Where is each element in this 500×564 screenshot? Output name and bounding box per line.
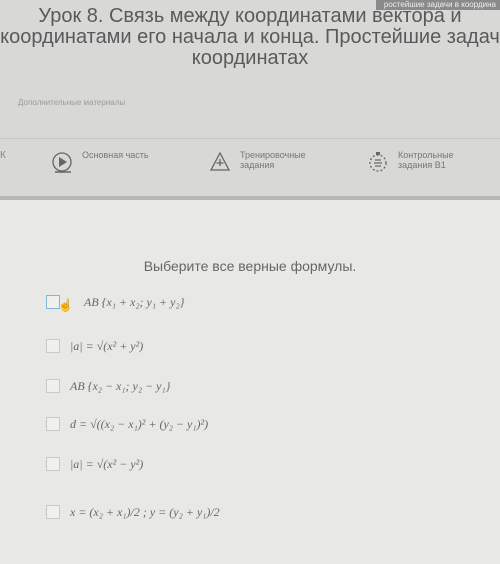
lesson-title-line-3: координатах — [191, 47, 309, 69]
tab-training[interactable]: Тренировочные задания — [208, 150, 306, 174]
back-arrow[interactable]: К — [0, 150, 6, 161]
option-4-formula: d = √((x₂ − x₁)² + (y₂ − y₁)²) — [70, 416, 209, 431]
option-5-formula: |a| = √(x² − y²) — [70, 456, 144, 471]
option-3-checkbox[interactable] — [46, 379, 60, 393]
option-5-checkbox[interactable] — [46, 457, 60, 471]
option-6-formula: x = (x₂ + x₁)/2 ; y = (y₂ + y₁)/2 — [70, 504, 220, 519]
lesson-header: Урок 8. Связь между координатами вектора… — [0, 0, 500, 200]
tab-main-part[interactable]: Основная часть — [50, 150, 149, 174]
option-2[interactable]: |a| = √(x² + y²) — [46, 334, 143, 358]
option-5[interactable]: |a| = √(x² − y²) — [46, 452, 143, 476]
option-3[interactable]: AB {x₂ − x₁; y₂ − y₁} — [46, 374, 170, 398]
play-icon — [50, 150, 74, 174]
top-breadcrumb-strip: ростейшие задачи в координа — [376, 0, 500, 10]
lesson-title-line-2: координатами его начала и конца. Простей… — [0, 26, 500, 48]
tab-control-label: Контрольные задания В1 — [398, 150, 454, 170]
extra-materials-link[interactable]: Дополнительные материалы — [18, 98, 125, 107]
question-text: Выберите все верные формулы. — [143, 258, 357, 274]
triangle-icon — [208, 150, 232, 174]
hand-cursor-icon: ☝ — [58, 298, 73, 312]
option-6[interactable]: x = (x₂ + x₁)/2 ; y = (y₂ + y₁)/2 — [46, 500, 220, 524]
option-2-checkbox[interactable] — [46, 339, 60, 353]
timer-icon — [366, 150, 390, 174]
tab-training-label: Тренировочные задания — [240, 150, 306, 170]
option-2-formula: |a| = √(x² + y²) — [70, 338, 144, 353]
option-4[interactable]: d = √((x₂ − x₁)² + (y₂ − y₁)²) — [46, 412, 208, 436]
question-panel: Выберите все верные формулы. AB {x₁ + x₂… — [0, 200, 500, 564]
option-6-checkbox[interactable] — [46, 505, 60, 519]
option-3-formula: AB {x₂ − x₁; y₂ − y₁} — [70, 378, 171, 393]
option-1-formula: AB {x₁ + x₂; y₁ + y₂} — [84, 294, 185, 309]
tab-control[interactable]: Контрольные задания В1 — [366, 150, 454, 174]
lesson-title: Урок 8. Связь между координатами вектора… — [0, 6, 500, 69]
tab-main-part-label: Основная часть — [82, 150, 149, 160]
tabs-divider — [0, 138, 500, 139]
option-4-checkbox[interactable] — [46, 417, 60, 431]
